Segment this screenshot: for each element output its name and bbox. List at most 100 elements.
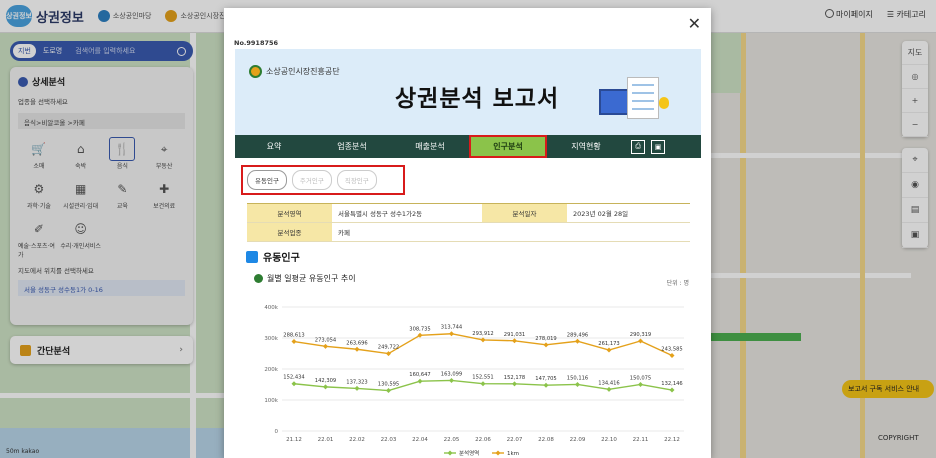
data-label: 293,912: [472, 331, 493, 337]
x-tick-label: 22.01: [318, 437, 334, 443]
data-label: 308,735: [409, 326, 430, 332]
tab-3[interactable]: 인구분석: [469, 135, 547, 158]
save-icon[interactable]: ▣: [651, 139, 665, 154]
legend-marker: [447, 450, 453, 456]
population-subtabs: 유동인구 주거인구 직장인구: [241, 165, 405, 195]
x-tick-label: 22.12: [664, 437, 680, 443]
data-label: 142,309: [315, 378, 336, 384]
subtab-0[interactable]: 유동인구: [247, 170, 287, 190]
data-point: [323, 384, 328, 390]
data-label: 163,099: [441, 371, 462, 377]
tab-0[interactable]: 요약: [235, 135, 313, 158]
data-label: 132,146: [661, 381, 682, 387]
data-label: 152,434: [283, 375, 305, 381]
tab-4[interactable]: 지역현황: [547, 135, 625, 158]
y-tick-label: 200k: [264, 367, 278, 373]
report-illustration: [599, 77, 677, 123]
lightbulb-icon: [659, 97, 669, 109]
x-tick-label: 22.03: [381, 437, 397, 443]
y-tick-label: 0: [275, 429, 279, 435]
data-label: 289,496: [567, 332, 588, 338]
data-label: 134,416: [598, 380, 619, 386]
x-tick-label: 22.05: [444, 437, 460, 443]
report-tabs: 요약 업종분석 매출분석 인구분석 지역현황 ⎙ ▣: [235, 135, 701, 158]
industry-label: 분석업종: [247, 223, 332, 241]
close-icon[interactable]: ✕: [688, 14, 701, 33]
data-point: [291, 339, 297, 345]
data-label: 278,019: [535, 336, 556, 342]
data-point: [512, 338, 517, 344]
data-label: 243,585: [661, 346, 682, 352]
data-label: 137,323: [346, 379, 367, 385]
data-label: 263,696: [346, 340, 367, 346]
x-tick-label: 22.09: [570, 437, 586, 443]
data-point: [575, 338, 580, 344]
legend-label: 분석영역: [459, 449, 479, 457]
x-tick-label: 22.06: [475, 437, 491, 443]
data-label: 160,647: [409, 372, 430, 378]
chart-title: 월별 일평균 유동인구 추이: [254, 273, 356, 284]
data-point: [512, 381, 517, 387]
document-number: No.9918756: [234, 39, 279, 47]
data-label: 130,595: [378, 382, 399, 388]
data-label: 150,116: [567, 375, 588, 381]
tab-1[interactable]: 업종분석: [313, 135, 391, 158]
data-point: [606, 347, 612, 353]
y-tick-label: 300k: [264, 336, 278, 342]
data-point: [606, 386, 612, 392]
print-icon[interactable]: ⎙: [631, 139, 645, 154]
x-tick-label: 22.10: [601, 437, 617, 443]
unit-label: 단위 : 명: [666, 280, 689, 287]
analysis-info-table: 분석영역 서울특별시 성동구 성수1가2동 분석일자 2023년 02월 28일…: [247, 203, 690, 242]
data-point: [354, 385, 360, 391]
globe-icon: [254, 274, 263, 283]
data-label: 150,075: [630, 375, 651, 381]
data-point: [323, 343, 328, 349]
data-point: [669, 387, 675, 393]
y-tick-label: 100k: [264, 398, 278, 404]
data-label: 152,178: [504, 375, 525, 381]
industry-value: 카페: [338, 229, 350, 237]
y-tick-label: 400k: [264, 305, 278, 311]
date-value: 2023년 02월 28일: [573, 210, 629, 218]
legend-marker: [495, 450, 501, 456]
data-point: [449, 377, 454, 383]
report-title: 상권분석 보고서: [395, 86, 560, 112]
report-header: 소상공인시장진흥공단 상권분석 보고서: [235, 49, 701, 143]
data-label: 261,173: [598, 341, 619, 347]
x-tick-label: 22.02: [349, 437, 365, 443]
x-tick-label: 22.11: [633, 437, 649, 443]
org-name: 소상공인시장진흥공단: [249, 65, 340, 78]
x-tick-label: 22.07: [507, 437, 523, 443]
data-point: [480, 381, 486, 387]
data-label: 288,613: [283, 333, 304, 339]
subtab-2[interactable]: 직장인구: [336, 170, 377, 190]
legend-label: 1km: [507, 451, 519, 457]
x-tick-label: 21.12: [286, 437, 302, 443]
x-tick-label: 22.04: [412, 437, 428, 443]
data-point: [417, 378, 423, 384]
org-logo-icon: [249, 65, 262, 78]
data-point: [543, 382, 549, 388]
data-label: 147,705: [535, 376, 556, 382]
area-label: 분석영역: [247, 204, 332, 222]
data-label: 152,551: [472, 375, 493, 381]
data-point: [575, 381, 580, 387]
floating-population-chart: 0 100k 200k 300k 400k 21.12 22.01 22.02 22.03 22.…: [264, 305, 684, 457]
paper-icon: [627, 77, 659, 119]
tab-2[interactable]: 매출분석: [391, 135, 469, 158]
data-point: [638, 338, 643, 344]
report-modal: ✕ No.9918756 소상공인시장진흥공단 상권분석 보고서 요약 업종분석 매…: [224, 8, 711, 458]
section-title: 유동인구: [246, 249, 300, 264]
data-point: [449, 331, 454, 337]
population-icon: [246, 250, 258, 263]
date-label: 분석일자: [482, 204, 567, 222]
data-point: [638, 381, 643, 387]
x-tick-label: 22.08: [538, 437, 554, 443]
data-label: 291,031: [504, 332, 525, 338]
data-label: 273,054: [315, 337, 337, 343]
data-point: [354, 346, 360, 352]
data-label: 313,744: [441, 325, 463, 331]
data-point: [669, 352, 675, 358]
subtab-1[interactable]: 주거인구: [291, 170, 332, 190]
